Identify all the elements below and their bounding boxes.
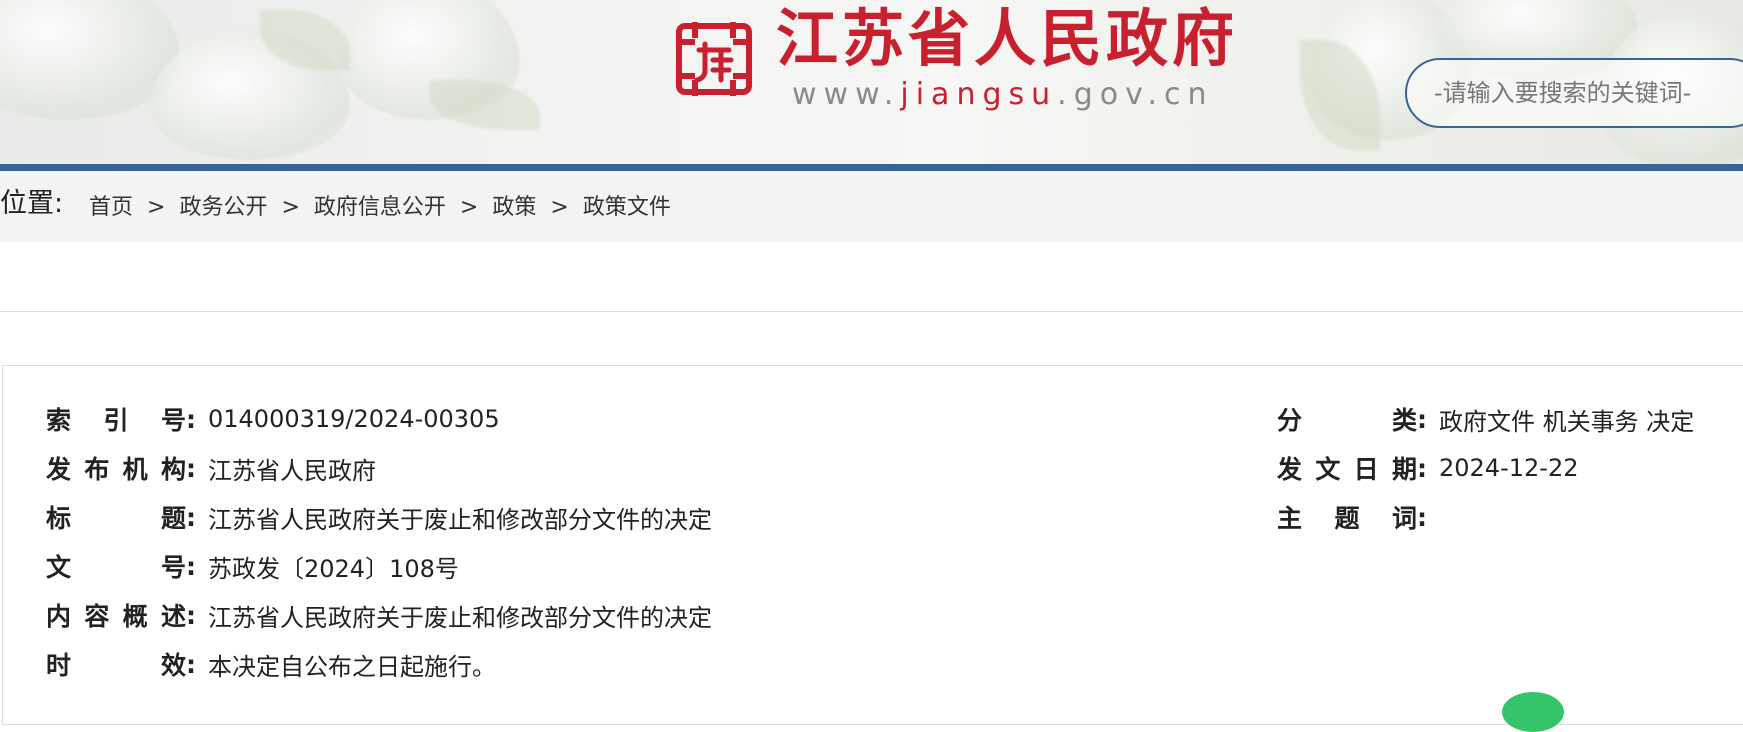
info-colon: : — [186, 404, 196, 434]
info-label: 分类 — [1277, 401, 1417, 437]
info-label-char: 布 — [84, 455, 110, 484]
breadcrumb-item-government-affairs[interactable]: 政务公开 — [179, 193, 267, 223]
info-label-char: 述 — [160, 602, 186, 631]
breadcrumb-item-information-disclosure[interactable]: 政府信息公开 — [314, 193, 446, 223]
breadcrumb-separator: > — [459, 195, 479, 220]
info-label: 时效 — [46, 646, 186, 682]
info-label-char: 内 — [46, 602, 72, 631]
breadcrumb-item-policy[interactable]: 政策 — [492, 193, 536, 223]
info-row-validity: 时效 : 本决定自公布之日起施行。 — [46, 644, 496, 684]
header-divider-bar — [0, 164, 1743, 171]
info-label: 发布机构 — [46, 450, 186, 486]
site-url-prefix: www. — [792, 77, 901, 112]
breadcrumb-trail: 首页 > 政务公开 > 政府信息公开 > 政策 > 政策文件 — [89, 193, 671, 223]
info-row-issue-date: 发文日期 : 2024-12-22 — [1277, 448, 1578, 488]
info-value: 苏政发〔2024〕108号 — [208, 554, 459, 583]
info-label-char: 日 — [1353, 455, 1379, 484]
decorative-leaf — [430, 80, 540, 130]
info-label-char: 发 — [46, 455, 72, 484]
site-url-highlight: jiangsu — [900, 77, 1058, 112]
breadcrumb: 位置: 首页 > 政务公开 > 政府信息公开 > 政策 > 政策文件 — [0, 171, 1743, 242]
info-label-char: 时 — [46, 651, 72, 680]
site-title[interactable]: 江苏省人民政府 — [776, 2, 1238, 76]
info-label-char: 题 — [160, 504, 186, 533]
info-label-char: 引 — [103, 406, 129, 435]
info-label-char: 效 — [160, 651, 186, 680]
info-label-char: 文 — [46, 553, 72, 582]
info-label-char: 号 — [160, 406, 186, 435]
site-url-suffix: .gov.cn — [1057, 77, 1214, 112]
info-row-publisher: 发布机构 : 江苏省人民政府 — [46, 448, 376, 488]
info-colon: : — [1417, 404, 1427, 434]
site-url: www.jiangsu.gov.cn — [792, 75, 1214, 115]
info-label-char: 期 — [1391, 455, 1417, 484]
info-label-char: 构 — [160, 455, 186, 484]
breadcrumb-separator: > — [550, 195, 569, 220]
breadcrumb-separator: > — [147, 195, 166, 220]
info-value: 江苏省人民政府 — [208, 456, 376, 485]
info-label: 主题词 — [1277, 499, 1417, 535]
search-input[interactable] — [1405, 58, 1743, 128]
breadcrumb-separator: > — [281, 195, 300, 220]
info-label: 标题 — [46, 499, 186, 535]
info-value: 江苏省人民政府关于废止和修改部分文件的决定 — [208, 603, 712, 632]
info-value: 2024-12-22 — [1439, 454, 1579, 482]
info-label-char: 词 — [1391, 504, 1417, 533]
info-colon: : — [1417, 502, 1427, 532]
document-info-panel: 索引号 : 014000319/2024-00305 发布机构 : 江苏省人民政… — [2, 365, 1743, 725]
info-row-index-number: 索 引 号 : 014000319/2024-00305 — [46, 399, 500, 439]
info-colon: : — [186, 453, 196, 483]
info-row-document-number: 文号 : 苏政发〔2024〕108号 — [46, 546, 459, 586]
section-divider — [0, 311, 1743, 312]
info-label-char: 主 — [1277, 504, 1303, 533]
info-label-char: 分 — [1277, 406, 1303, 435]
info-row-summary: 内容概述 : 江苏省人民政府关于废止和修改部分文件的决定 — [46, 595, 712, 635]
floating-action-button[interactable] — [1502, 692, 1564, 732]
info-label-char: 文 — [1315, 455, 1341, 484]
breadcrumb-item-policy-documents[interactable]: 政策文件 — [583, 193, 671, 223]
info-row-title: 标题 : 江苏省人民政府关于废止和修改部分文件的决定 — [46, 497, 712, 537]
info-row-keywords: 主 题 词 : — [1277, 497, 1439, 537]
info-label-char: 容 — [84, 602, 110, 631]
info-label-char: 机 — [122, 455, 148, 484]
info-colon: : — [186, 551, 196, 581]
info-value: 014000319/2024-00305 — [208, 405, 500, 433]
info-value: 江苏省人民政府关于废止和修改部分文件的决定 — [208, 505, 712, 534]
info-colon: : — [186, 600, 196, 630]
info-label: 发文日期 — [1277, 450, 1417, 486]
info-value: 本决定自公布之日起施行。 — [208, 652, 496, 681]
info-label: 索引号 — [46, 401, 186, 437]
info-colon: : — [186, 649, 196, 679]
jiangsu-gov-emblem-icon[interactable] — [675, 20, 753, 98]
info-label-char: 发 — [1277, 455, 1303, 484]
info-label-char: 类 — [1391, 406, 1417, 435]
info-row-category: 分类 : 政府文件 机关事务 决定 — [1277, 399, 1694, 439]
breadcrumb-item-home[interactable]: 首页 — [89, 193, 133, 223]
info-label: 文号 — [46, 548, 186, 584]
info-label-char: 题 — [1334, 504, 1360, 533]
info-colon: : — [1417, 453, 1427, 483]
info-label-char: 概 — [122, 602, 148, 631]
breadcrumb-label: 位置: — [0, 188, 64, 219]
site-header: 江苏省人民政府 www.jiangsu.gov.cn — [0, 0, 1743, 165]
info-colon: : — [186, 502, 196, 532]
info-value: 政府文件 机关事务 决定 — [1439, 407, 1695, 436]
info-label-char: 号 — [160, 553, 186, 582]
info-label-char: 标 — [46, 504, 72, 533]
info-label-char: 索 — [46, 406, 72, 435]
info-label: 内容概述 — [46, 597, 186, 633]
